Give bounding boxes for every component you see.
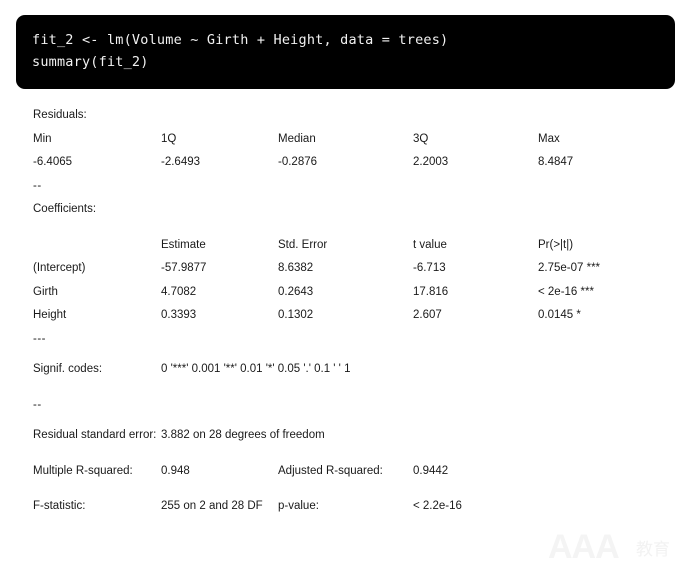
r-squared-row: Multiple R-squared: 0.948 Adjusted R-squ… xyxy=(0,460,691,484)
gap-2 xyxy=(0,351,691,358)
code-line-1: fit_2 <- lm(Volume ~ Girth + Height, dat… xyxy=(32,32,449,48)
coefficient-term-intercept: (Intercept) xyxy=(33,262,86,274)
residuals-value-3q: 2.2003 xyxy=(413,156,449,168)
coefficients-header-p-value: Pr(>|t|) xyxy=(538,238,574,251)
code-line-2: summary(fit_2) xyxy=(32,54,149,70)
residuals-value-median: -0.2876 xyxy=(278,156,318,168)
coefficient-std-error-intercept: 8.6382 xyxy=(278,262,314,274)
separator-row-2: --- xyxy=(0,328,691,352)
coefficient-t-value-girth: 17.816 xyxy=(413,285,449,298)
multiple-r-squared-value: 0.948 xyxy=(161,464,190,477)
gap-3 xyxy=(0,382,691,394)
residuals-title: Residuals: xyxy=(33,109,87,121)
residual-standard-error-label: Residual standard error: xyxy=(33,429,157,441)
multiple-r-squared-label: Multiple R-squared: xyxy=(33,464,133,477)
coefficient-term-height: Height xyxy=(33,309,67,321)
gap-6 xyxy=(0,483,691,495)
coefficient-p-value-intercept: 2.75e-07 *** xyxy=(538,262,601,274)
signif-codes-label: Signif. codes: xyxy=(33,363,103,375)
residuals-header-median: Median xyxy=(278,132,316,145)
residuals-header-min: Min xyxy=(33,132,52,145)
separator-dashes-2: -- xyxy=(33,398,42,411)
adjusted-r-squared-label: Adjusted R-squared: xyxy=(278,464,383,477)
residuals-value-min: -6.4065 xyxy=(33,156,73,168)
separator-dashes: -- xyxy=(33,179,42,192)
residuals-header-3q: 3Q xyxy=(413,132,429,145)
signif-codes-row: Signif. codes: 0 '***' 0.001 '**' 0.01 '… xyxy=(0,358,691,382)
coefficients-title: Coefficients: xyxy=(33,203,97,215)
coefficient-estimate-intercept: -57.9877 xyxy=(161,262,207,274)
residuals-value-row: -6.4065 -2.6493 -0.2876 2.2003 8.4847 xyxy=(0,151,691,175)
watermark-secondary-text: 教育 xyxy=(636,540,670,560)
p-value-label: p-value: xyxy=(278,500,319,512)
coefficients-header-estimate: Estimate xyxy=(161,238,206,251)
gap-5 xyxy=(0,448,691,460)
gap-1 xyxy=(0,222,691,234)
separator-row-3: -- xyxy=(0,394,691,418)
coefficient-term-girth: Girth xyxy=(33,285,58,298)
coefficient-p-value-girth: < 2e-16 *** xyxy=(538,285,594,298)
residuals-header-1q: 1Q xyxy=(161,132,177,145)
coefficient-t-value-intercept: -6.713 xyxy=(413,262,446,274)
table-row: (Intercept) -57.9877 8.6382 -6.713 2.75e… xyxy=(0,257,691,281)
coefficients-header-row: Estimate Std. Error t value Pr(>|t|) xyxy=(0,234,691,258)
coefficients-header-t-value: t value xyxy=(413,238,447,251)
residuals-header-max: Max xyxy=(538,132,560,145)
residuals-title-row: Residuals: xyxy=(0,104,691,128)
p-value-value: < 2.2e-16 xyxy=(413,500,462,512)
coefficient-p-value-height: 0.0145 * xyxy=(538,309,581,321)
coefficients-header-std-error: Std. Error xyxy=(278,238,328,251)
f-statistic-value: 255 on 2 and 28 DF xyxy=(161,500,263,512)
coefficient-estimate-girth: 4.7082 xyxy=(161,285,197,298)
residual-standard-error-value: 3.882 on 28 degrees of freedom xyxy=(161,429,325,441)
residual-standard-error-row: Residual standard error: 3.882 on 28 deg… xyxy=(0,424,691,448)
f-statistic-row: F-statistic: 255 on 2 and 28 DF p-value:… xyxy=(0,495,691,519)
coefficient-estimate-height: 0.3393 xyxy=(161,309,197,321)
coefficients-title-row: Coefficients: xyxy=(0,198,691,222)
coefficient-t-value-height: 2.607 xyxy=(413,309,442,321)
signif-codes-value: 0 '***' 0.001 '**' 0.01 '*' 0.05 '.' 0.1… xyxy=(161,363,351,375)
adjusted-r-squared-value: 0.9442 xyxy=(413,464,449,477)
residuals-value-1q: -2.6493 xyxy=(161,156,201,168)
regression-summary-output: Residuals: Min 1Q Median 3Q Max -6.4065 … xyxy=(0,104,691,519)
residuals-header-row: Min 1Q Median 3Q Max xyxy=(0,128,691,152)
residuals-value-max: 8.4847 xyxy=(538,156,574,168)
watermark-primary-text: AAA xyxy=(548,528,620,566)
gap-4 xyxy=(0,417,691,424)
coefficient-std-error-height: 0.1302 xyxy=(278,309,314,321)
code-block: fit_2 <- lm(Volume ~ Girth + Height, dat… xyxy=(16,15,675,89)
watermark: AAA 教育 xyxy=(548,527,688,567)
table-row: Height 0.3393 0.1302 2.607 0.0145 * xyxy=(0,304,691,328)
separator-row-1: -- xyxy=(0,175,691,199)
separator-dashes-long: --- xyxy=(33,332,46,345)
f-statistic-label: F-statistic: xyxy=(33,500,86,512)
coefficient-std-error-girth: 0.2643 xyxy=(278,285,314,298)
table-row: Girth 4.7082 0.2643 17.816 < 2e-16 *** xyxy=(0,281,691,305)
